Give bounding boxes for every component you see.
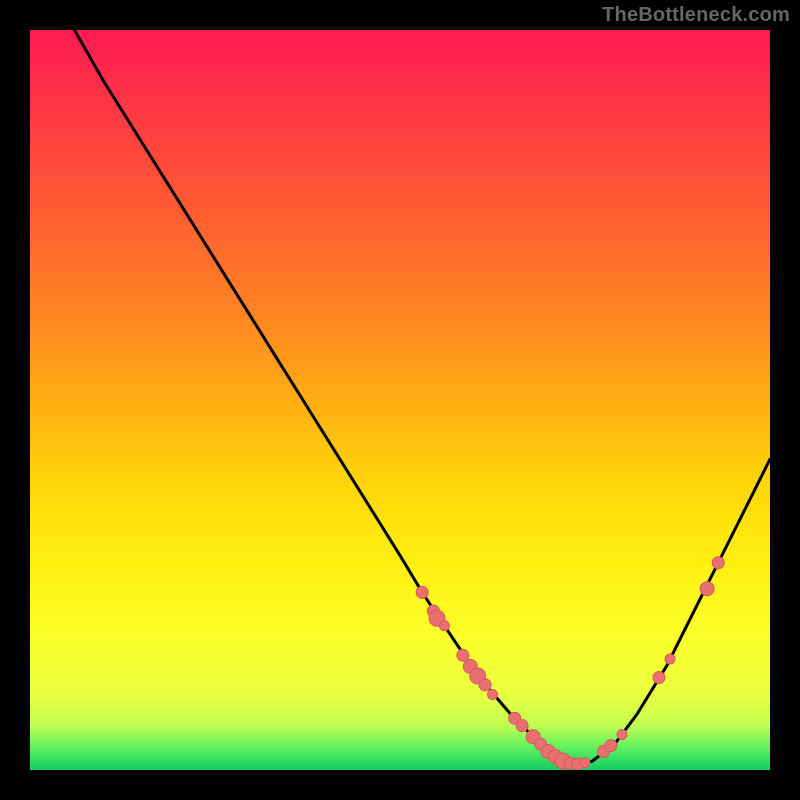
watermark-text: TheBottleneck.com	[602, 4, 790, 27]
data-marker	[653, 672, 665, 684]
data-marker	[665, 654, 675, 664]
data-marker	[617, 729, 627, 739]
curve-layer	[30, 30, 770, 770]
data-marker	[700, 582, 714, 596]
data-marker	[439, 621, 449, 631]
bottleneck-curve	[74, 30, 770, 764]
data-marker	[488, 690, 498, 700]
stage: TheBottleneck.com	[0, 0, 800, 800]
data-marker	[416, 586, 428, 598]
data-marker	[457, 649, 469, 661]
data-marker	[580, 758, 590, 768]
data-marker	[605, 740, 617, 752]
plot-area	[30, 30, 770, 770]
data-marker	[479, 679, 491, 691]
data-marker	[516, 720, 528, 732]
data-marker	[712, 557, 724, 569]
data-markers	[416, 557, 724, 770]
